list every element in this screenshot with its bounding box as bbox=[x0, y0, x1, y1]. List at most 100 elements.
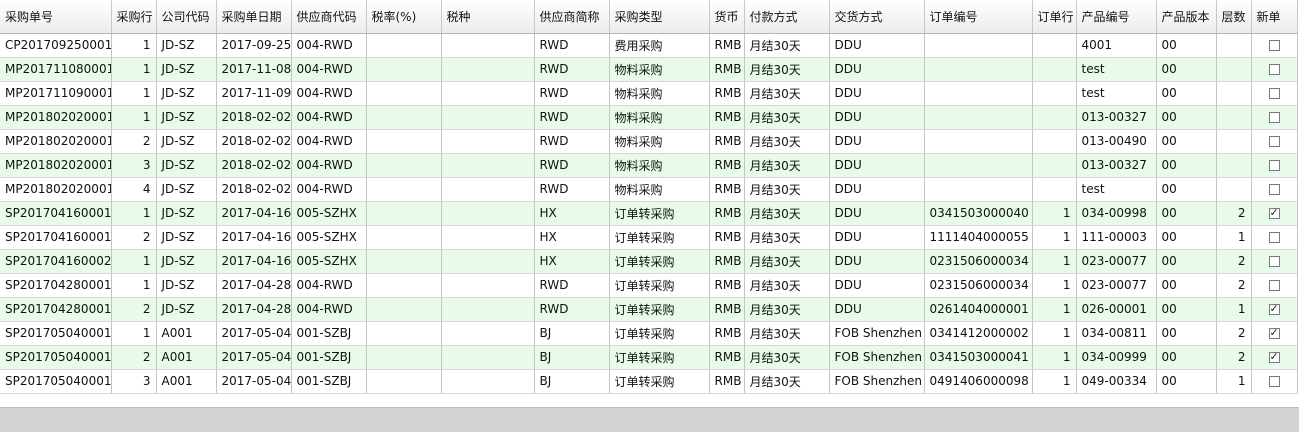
cell-po-line[interactable]: 2 bbox=[111, 297, 157, 322]
cell-new-order[interactable] bbox=[1251, 153, 1298, 178]
table-row[interactable]: MP201711090001 1 JD-SZ 2017-11-09 004-RWD RWD… bbox=[0, 81, 1298, 106]
cell-tax-rate[interactable] bbox=[366, 81, 442, 106]
cell-product-version[interactable]: 00 bbox=[1156, 129, 1217, 154]
cell-po-line[interactable]: 3 bbox=[111, 153, 157, 178]
cell-po-line[interactable]: 1 bbox=[111, 249, 157, 274]
cell-new-order[interactable] bbox=[1251, 33, 1298, 58]
cell-po-date[interactable]: 2018-02-02 bbox=[216, 153, 292, 178]
cell-supplier-short[interactable]: BJ bbox=[534, 369, 610, 394]
cell-tax-type[interactable] bbox=[441, 369, 535, 394]
cell-payment-terms[interactable]: 月结30天 bbox=[744, 273, 830, 298]
cell-po-date[interactable]: 2017-04-28 bbox=[216, 273, 292, 298]
cell-product-number[interactable]: 034-00999 bbox=[1076, 345, 1157, 370]
col-header-purchase-type[interactable]: 采购类型 bbox=[609, 0, 710, 34]
cell-layers[interactable] bbox=[1216, 33, 1252, 58]
cell-delivery-terms[interactable]: DDU bbox=[829, 153, 925, 178]
cell-currency[interactable]: RMB bbox=[709, 81, 745, 106]
new-order-checkbox[interactable] bbox=[1268, 160, 1280, 171]
cell-supplier-short[interactable]: RWD bbox=[534, 33, 610, 58]
cell-order-number[interactable]: 0231506000034 bbox=[924, 249, 1033, 274]
cell-purchase-type[interactable]: 物料采购 bbox=[609, 177, 710, 202]
table-row[interactable]: MP201802020001 3 JD-SZ 2018-02-02 004-RWD RWD… bbox=[0, 153, 1298, 178]
cell-supplier-short[interactable]: RWD bbox=[534, 129, 610, 154]
cell-po-line[interactable]: 2 bbox=[111, 345, 157, 370]
cell-po-line[interactable]: 1 bbox=[111, 33, 157, 58]
cell-order-number[interactable]: 0491406000098 bbox=[924, 369, 1033, 394]
cell-currency[interactable]: RMB bbox=[709, 345, 745, 370]
cell-company-code[interactable]: A001 bbox=[156, 321, 217, 346]
cell-order-number[interactable] bbox=[924, 57, 1033, 82]
cell-purchase-type[interactable]: 订单转采购 bbox=[609, 249, 710, 274]
cell-order-line[interactable]: 1 bbox=[1032, 225, 1077, 250]
cell-tax-rate[interactable] bbox=[366, 201, 442, 226]
cell-po-number[interactable]: MP201802020001 bbox=[0, 129, 112, 154]
cell-po-date[interactable]: 2017-11-09 bbox=[216, 81, 292, 106]
cell-order-line[interactable]: 1 bbox=[1032, 297, 1077, 322]
new-order-checkbox[interactable] bbox=[1268, 376, 1280, 387]
cell-company-code[interactable]: JD-SZ bbox=[156, 273, 217, 298]
cell-company-code[interactable]: JD-SZ bbox=[156, 33, 217, 58]
cell-delivery-terms[interactable]: DDU bbox=[829, 81, 925, 106]
cell-layers[interactable] bbox=[1216, 81, 1252, 106]
cell-product-number[interactable]: 034-00998 bbox=[1076, 201, 1157, 226]
cell-company-code[interactable]: JD-SZ bbox=[156, 297, 217, 322]
cell-delivery-terms[interactable]: FOB Shenzhen bbox=[829, 345, 925, 370]
cell-po-date[interactable]: 2017-04-16 bbox=[216, 225, 292, 250]
cell-product-version[interactable]: 00 bbox=[1156, 249, 1217, 274]
cell-order-line[interactable]: 1 bbox=[1032, 201, 1077, 226]
cell-layers[interactable] bbox=[1216, 129, 1252, 154]
cell-layers[interactable] bbox=[1216, 153, 1252, 178]
cell-supplier-short[interactable]: RWD bbox=[534, 297, 610, 322]
cell-po-date[interactable]: 2017-04-28 bbox=[216, 297, 292, 322]
cell-payment-terms[interactable]: 月结30天 bbox=[744, 369, 830, 394]
cell-new-order[interactable] bbox=[1251, 225, 1298, 250]
cell-po-line[interactable]: 1 bbox=[111, 273, 157, 298]
cell-supplier-code[interactable]: 004-RWD bbox=[291, 81, 367, 106]
cell-po-date[interactable]: 2017-09-25 bbox=[216, 33, 292, 58]
col-header-supplier-short[interactable]: 供应商简称 bbox=[534, 0, 610, 34]
cell-order-line[interactable]: 1 bbox=[1032, 345, 1077, 370]
cell-tax-type[interactable] bbox=[441, 249, 535, 274]
cell-order-number[interactable]: 0341412000002 bbox=[924, 321, 1033, 346]
cell-product-number[interactable]: 013-00490 bbox=[1076, 129, 1157, 154]
cell-currency[interactable]: RMB bbox=[709, 105, 745, 130]
cell-po-number[interactable]: SP201704160002 bbox=[0, 249, 112, 274]
cell-po-number[interactable]: MP201711090001 bbox=[0, 81, 112, 106]
cell-purchase-type[interactable]: 物料采购 bbox=[609, 81, 710, 106]
cell-order-line[interactable]: 1 bbox=[1032, 369, 1077, 394]
cell-supplier-code[interactable]: 005-SZHX bbox=[291, 249, 367, 274]
cell-order-number[interactable] bbox=[924, 105, 1033, 130]
cell-currency[interactable]: RMB bbox=[709, 201, 745, 226]
cell-product-version[interactable]: 00 bbox=[1156, 369, 1217, 394]
cell-product-number[interactable]: 023-00077 bbox=[1076, 273, 1157, 298]
cell-delivery-terms[interactable]: FOB Shenzhen bbox=[829, 321, 925, 346]
cell-payment-terms[interactable]: 月结30天 bbox=[744, 321, 830, 346]
cell-payment-terms[interactable]: 月结30天 bbox=[744, 225, 830, 250]
new-order-checkbox[interactable] bbox=[1268, 64, 1280, 75]
cell-po-number[interactable]: SP201705040001 bbox=[0, 369, 112, 394]
cell-po-line[interactable]: 3 bbox=[111, 369, 157, 394]
cell-po-date[interactable]: 2018-02-02 bbox=[216, 105, 292, 130]
table-row[interactable]: SP201705040001 3 A001 2017-05-04 001-SZBJ BJ 订… bbox=[0, 369, 1298, 394]
cell-po-date[interactable]: 2018-02-02 bbox=[216, 177, 292, 202]
cell-supplier-code[interactable]: 004-RWD bbox=[291, 129, 367, 154]
cell-product-version[interactable]: 00 bbox=[1156, 57, 1217, 82]
new-order-checkbox[interactable] bbox=[1268, 326, 1280, 339]
cell-new-order[interactable] bbox=[1251, 369, 1298, 394]
table-row[interactable]: SP201704280001 2 JD-SZ 2017-04-28 004-RWD RWD… bbox=[0, 297, 1298, 322]
cell-tax-rate[interactable] bbox=[366, 129, 442, 154]
cell-tax-type[interactable] bbox=[441, 201, 535, 226]
cell-delivery-terms[interactable]: FOB Shenzhen bbox=[829, 369, 925, 394]
cell-order-number[interactable]: 0231506000034 bbox=[924, 273, 1033, 298]
cell-company-code[interactable]: JD-SZ bbox=[156, 249, 217, 274]
cell-order-number[interactable] bbox=[924, 81, 1033, 106]
cell-currency[interactable]: RMB bbox=[709, 273, 745, 298]
cell-tax-rate[interactable] bbox=[366, 273, 442, 298]
table-row[interactable]: CP201709250001 1 JD-SZ 2017-09-25 004-RWD RWD… bbox=[0, 33, 1298, 58]
cell-supplier-short[interactable]: HX bbox=[534, 225, 610, 250]
cell-new-order[interactable] bbox=[1251, 321, 1298, 346]
cell-product-version[interactable]: 00 bbox=[1156, 105, 1217, 130]
cell-po-line[interactable]: 1 bbox=[111, 105, 157, 130]
cell-currency[interactable]: RMB bbox=[709, 57, 745, 82]
cell-order-line[interactable]: 1 bbox=[1032, 273, 1077, 298]
